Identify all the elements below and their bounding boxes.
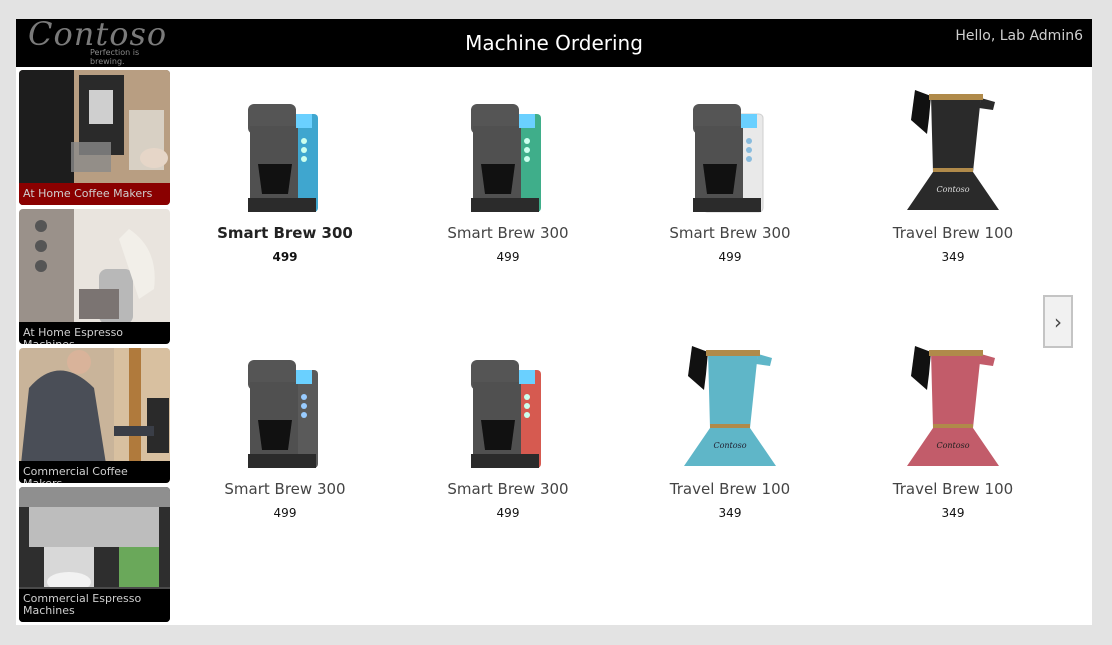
coffee-brewer-image [248, 360, 318, 468]
coffee-brewer-image [471, 104, 541, 212]
product-card[interactable]: Contoso Travel Brew 100 349 [853, 76, 1053, 264]
product-price: 349 [941, 506, 965, 520]
travel-kettle-image: Contoso [907, 90, 999, 210]
chevron-right-icon: › [1054, 309, 1062, 334]
product-name: Smart Brew 300 [447, 224, 569, 242]
product-name: Smart Brew 300 [669, 224, 791, 242]
product-price: 499 [273, 506, 297, 520]
product-image [185, 332, 385, 472]
category-sidebar: At Home Coffee Makers At Home Espresso M… [19, 70, 170, 625]
category-commercial-coffee-makers[interactable]: Commercial Coffee Makers [19, 348, 170, 483]
category-label: Commercial Espresso Machines [19, 589, 170, 622]
header-bar: Contoso Perfection is brewing. Machine O… [16, 19, 1092, 67]
coffee-brewer-image [471, 360, 541, 468]
product-card[interactable]: Smart Brew 300 499 [630, 76, 830, 264]
product-image: Contoso [853, 76, 1053, 216]
coffee-brewer-image [248, 104, 318, 212]
product-card[interactable]: Smart Brew 300 499 [408, 332, 608, 520]
product-card[interactable]: Contoso Travel Brew 100 349 [630, 332, 830, 520]
product-card[interactable]: Smart Brew 300 499 [185, 332, 385, 520]
product-card[interactable]: Smart Brew 300 499 [408, 76, 608, 264]
product-price: 499 [496, 506, 520, 520]
product-name: Travel Brew 100 [892, 480, 1014, 498]
product-price: 349 [941, 250, 965, 264]
product-price: 499 [718, 250, 742, 264]
product-image [185, 76, 385, 216]
travel-kettle-image: Contoso [684, 346, 776, 466]
category-label: At Home Espresso Machines [19, 322, 170, 344]
product-name: Travel Brew 100 [669, 480, 791, 498]
product-name: Travel Brew 100 [892, 224, 1014, 242]
category-at-home-espresso-machines[interactable]: At Home Espresso Machines [19, 209, 170, 344]
coffee-brewer-image [693, 104, 764, 213]
page-title: Machine Ordering [465, 31, 643, 55]
product-image [630, 76, 830, 216]
svg-text:Contoso: Contoso [936, 185, 969, 194]
product-image [408, 76, 608, 216]
product-name: Smart Brew 300 [217, 224, 353, 242]
app-window: Contoso Perfection is brewing. Machine O… [16, 19, 1092, 625]
product-image [408, 332, 608, 472]
product-price: 499 [496, 250, 520, 264]
product-price: 499 [272, 250, 298, 264]
product-image: Contoso [853, 332, 1053, 472]
category-label: Commercial Coffee Makers [19, 461, 170, 483]
user-greeting: Hello, Lab Admin6 [955, 28, 1083, 44]
product-image: Contoso [630, 332, 830, 472]
category-commercial-espresso-machines[interactable]: Commercial Espresso Machines [19, 487, 170, 622]
next-page-button[interactable]: › [1043, 295, 1073, 348]
product-name: Smart Brew 300 [447, 480, 569, 498]
product-card[interactable]: Contoso Travel Brew 100 349 [853, 332, 1053, 520]
svg-text:Contoso: Contoso [936, 441, 969, 450]
travel-kettle-image: Contoso [907, 346, 999, 466]
category-at-home-coffee-makers[interactable]: At Home Coffee Makers [19, 70, 170, 205]
product-card[interactable]: Smart Brew 300 499 [185, 76, 385, 264]
product-name: Smart Brew 300 [224, 480, 346, 498]
svg-text:Contoso: Contoso [713, 441, 746, 450]
category-label: At Home Coffee Makers [19, 183, 170, 205]
product-price: 349 [718, 506, 742, 520]
